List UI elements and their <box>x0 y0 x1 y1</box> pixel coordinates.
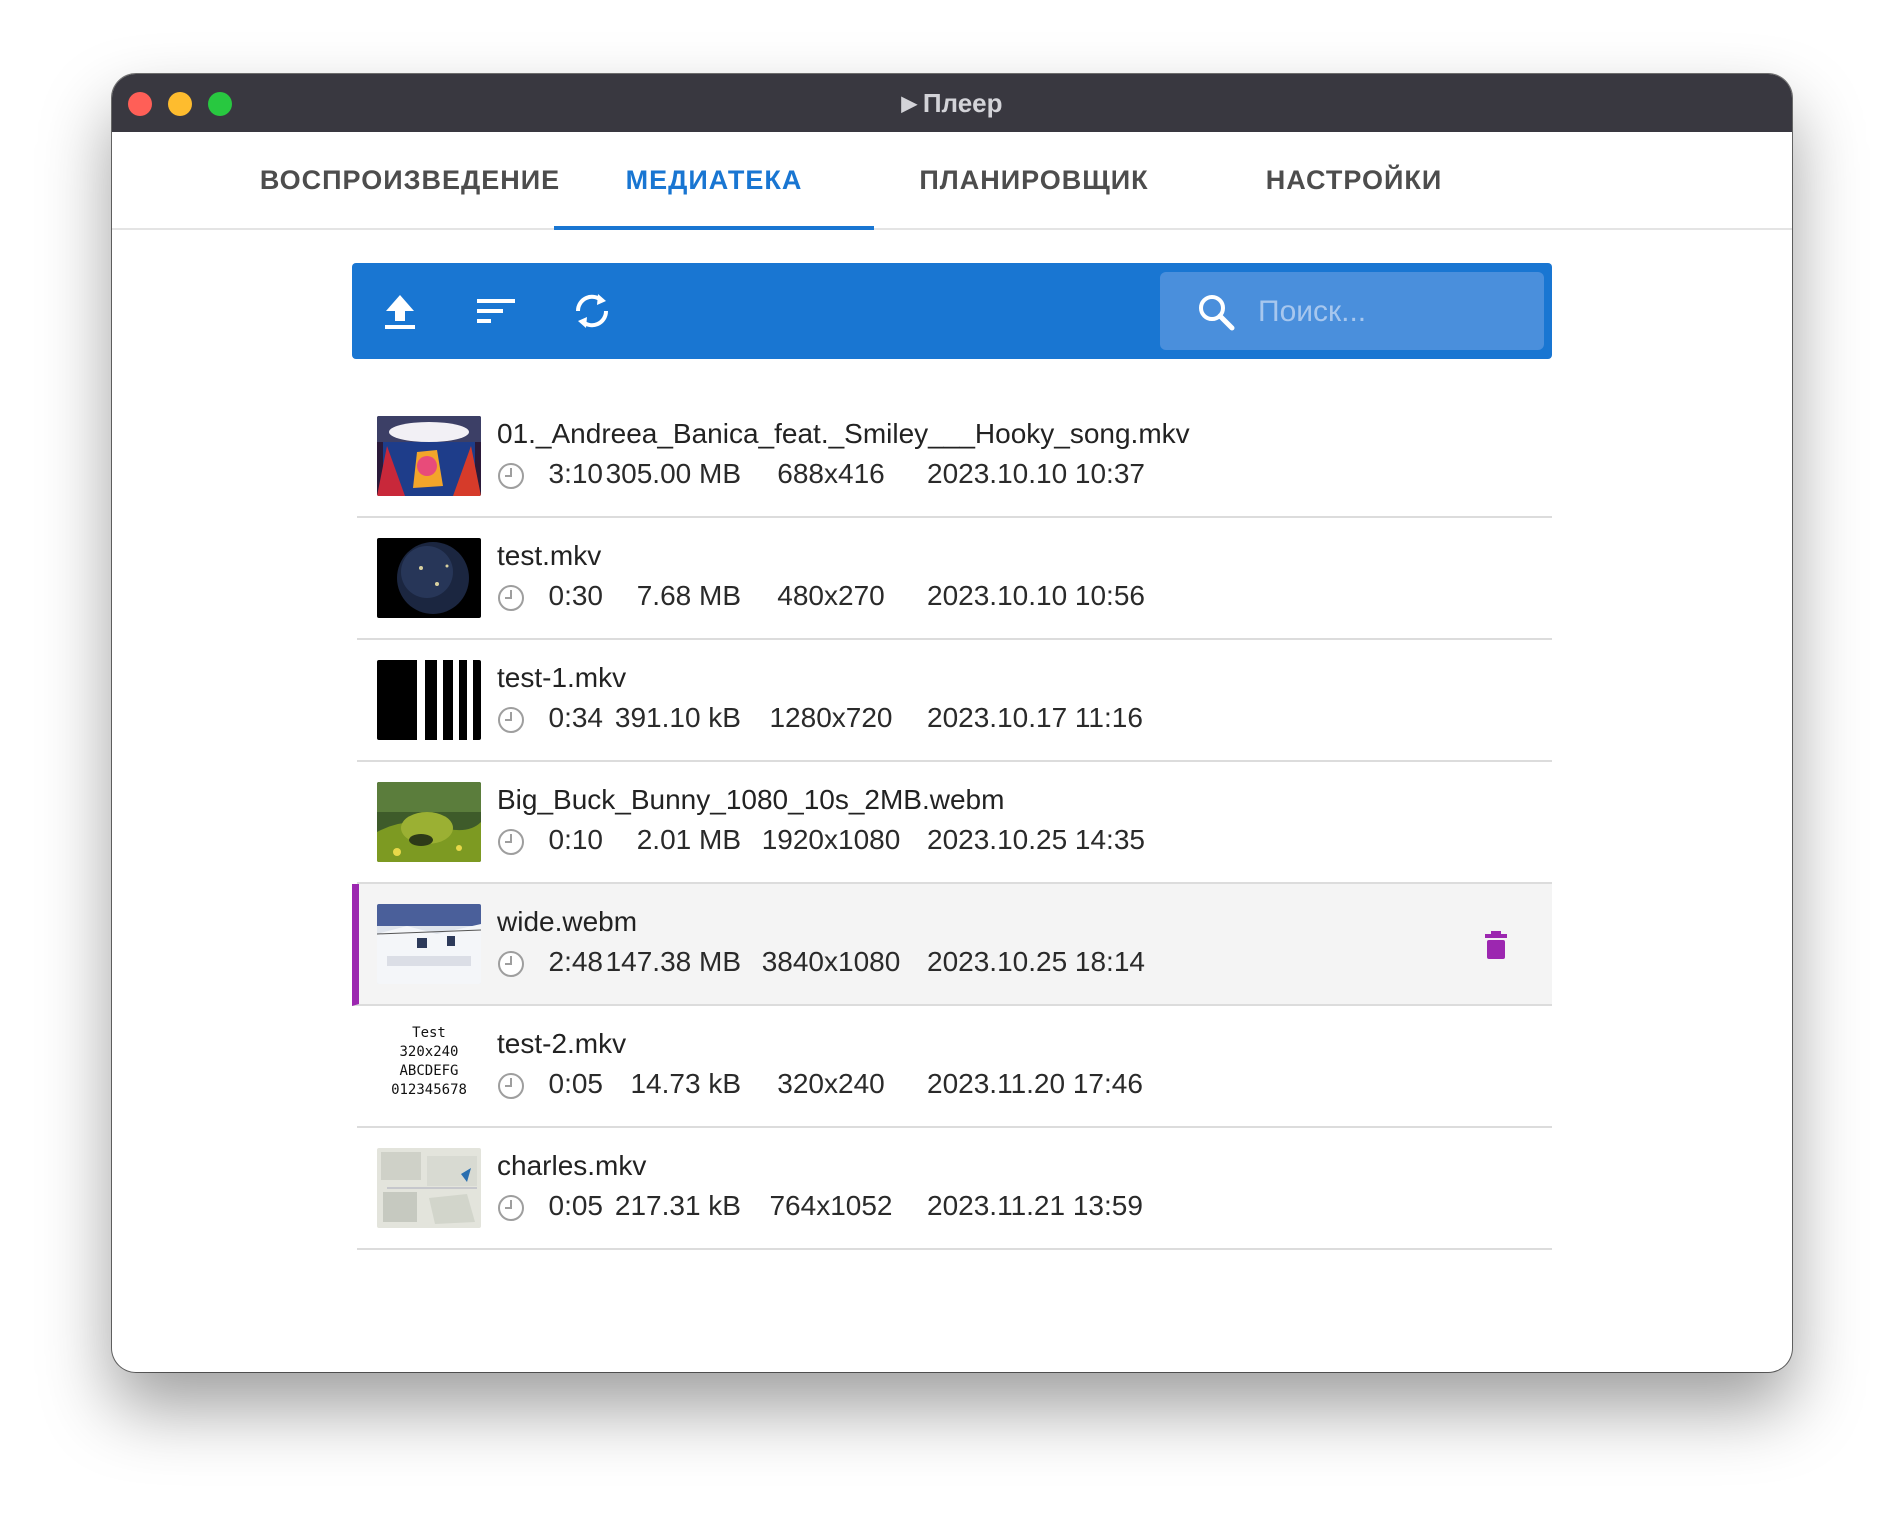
resolution: 1280x720 <box>769 702 893 733</box>
duration: 3:10 <box>548 458 604 489</box>
date: 2023.10.25 14:35 <box>927 824 1145 855</box>
duration: 0:10 <box>548 824 604 855</box>
media-item[interactable]: test-1.mkv 0:34 391.10 kB 1280x720 2023.… <box>357 640 1552 762</box>
thumbnail <box>377 782 481 862</box>
duration: 0:05 <box>548 1190 604 1221</box>
thumbnail: Test 320x240 ABCDEFG 012345678 <box>377 1024 481 1108</box>
tab-scheduler[interactable]: ПЛАНИРОВЩИК <box>874 132 1194 228</box>
search-icon <box>1199 295 1235 331</box>
resolution: 1920x1080 <box>761 824 901 855</box>
file-size: 7.68 MB <box>636 580 741 611</box>
thumbnail <box>377 1148 481 1228</box>
sort-icon <box>477 299 515 323</box>
file-size: 14.73 kB <box>630 1068 741 1099</box>
media-item[interactable]: 01._Andreea_Banica_feat._Smiley___Hooky_… <box>357 396 1552 518</box>
search-box[interactable] <box>1160 272 1544 352</box>
window-title: ▶ Плеер <box>901 88 1003 118</box>
date: 2023.11.20 17:46 <box>927 1068 1143 1099</box>
thumbnail-text: 320x240 <box>399 1044 459 1060</box>
date: 2023.10.10 10:56 <box>927 580 1145 611</box>
file-name: charles.mkv <box>497 1150 647 1181</box>
refresh-icon <box>575 294 609 328</box>
file-name: test.mkv <box>497 540 602 571</box>
media-item[interactable]: Test 320x240 ABCDEFG 012345678 test-2.mk… <box>357 1006 1552 1128</box>
media-item[interactable]: charles.mkv 0:05 217.31 kB 764x1052 2023… <box>357 1128 1552 1250</box>
file-size: 147.38 MB <box>605 946 741 977</box>
media-list: 01._Andreea_Banica_feat._Smiley___Hooky_… <box>352 396 1552 1250</box>
trash-icon <box>1485 931 1507 959</box>
date: 2023.11.21 13:59 <box>927 1190 1143 1221</box>
refresh-button[interactable] <box>568 287 616 335</box>
date: 2023.10.25 18:14 <box>927 946 1145 977</box>
duration: 0:34 <box>548 702 604 733</box>
file-name: 01._Andreea_Banica_feat._Smiley___Hooky_… <box>497 418 1190 449</box>
tab-playback[interactable]: ВОСПРОИЗВЕДЕНИЕ <box>250 132 570 228</box>
thumbnail <box>377 904 481 984</box>
file-size: 391.10 kB <box>614 702 741 733</box>
library-toolbar <box>352 263 1552 359</box>
duration: 0:05 <box>548 1068 604 1099</box>
file-size: 217.31 kB <box>614 1190 741 1221</box>
file-name: test-2.mkv <box>497 1028 627 1059</box>
resolution: 764x1052 <box>769 1190 893 1221</box>
file-name: wide.webm <box>497 906 638 937</box>
file-size: 2.01 MB <box>636 824 741 855</box>
resolution: 320x240 <box>777 1068 885 1099</box>
resolution: 3840x1080 <box>761 946 901 977</box>
tab-bar: ВОСПРОИЗВЕДЕНИЕ МЕДИАТЕКА ПЛАНИРОВЩИК НА… <box>112 132 1792 230</box>
upload-button[interactable] <box>376 287 424 335</box>
date: 2023.10.10 10:37 <box>927 458 1145 489</box>
delete-button[interactable] <box>1482 929 1510 961</box>
duration: 0:30 <box>548 580 604 611</box>
thumbnail-text: Test <box>412 1025 446 1041</box>
duration: 2:48 <box>548 946 604 977</box>
resolution: 480x270 <box>777 580 885 611</box>
app-window: ▶ Плеер ВОСПРОИЗВЕДЕНИЕ МЕДИАТЕКА ПЛАНИРО… <box>112 74 1792 1372</box>
sort-button[interactable] <box>472 287 520 335</box>
thumbnail <box>377 660 481 740</box>
file-name: Big_Buck_Bunny_1080_10s_2MB.webm <box>497 784 1005 815</box>
media-item[interactable]: Big_Buck_Bunny_1080_10s_2MB.webm 0:10 2.… <box>357 762 1552 884</box>
media-item-selected[interactable]: wide.webm 2:48 147.38 MB 3840x1080 2023.… <box>352 884 1552 1006</box>
thumbnail <box>377 416 481 496</box>
tab-library[interactable]: МЕДИАТЕКА <box>554 132 874 230</box>
resolution: 688x416 <box>777 458 885 489</box>
file-name: test-1.mkv <box>497 662 627 693</box>
play-icon: ▶ <box>901 93 917 115</box>
thumbnail-text: ABCDEFG <box>399 1063 459 1079</box>
upload-icon <box>385 295 415 329</box>
thumbnail-text: 012345678 <box>391 1082 467 1098</box>
file-size: 305.00 MB <box>605 458 741 489</box>
date: 2023.10.17 11:16 <box>927 702 1143 733</box>
thumbnail <box>377 538 481 618</box>
tab-settings[interactable]: НАСТРОЙКИ <box>1194 132 1514 228</box>
media-item[interactable]: test.mkv 0:30 7.68 MB 480x270 2023.10.10… <box>357 518 1552 640</box>
search-input[interactable] <box>1256 272 1530 352</box>
title-bar: ▶ Плеер <box>112 74 1792 132</box>
